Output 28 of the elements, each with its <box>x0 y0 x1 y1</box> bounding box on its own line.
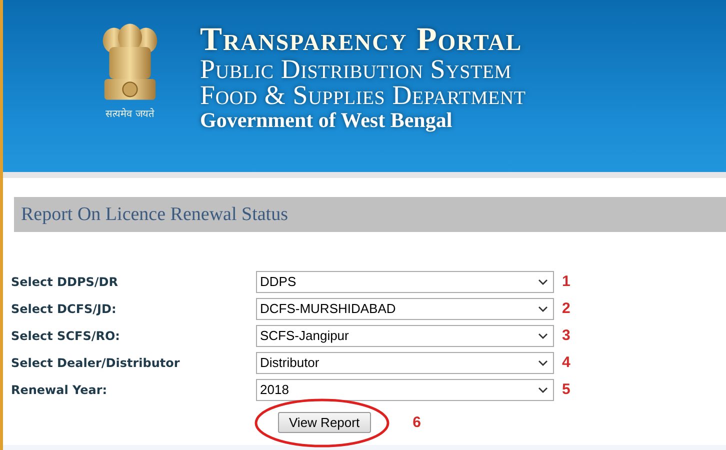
dropdown[interactable]: Distributor <box>256 352 554 374</box>
department-heading: Public Distribution System <box>200 56 512 82</box>
annotation-number: 6 <box>412 414 421 431</box>
government-heading: Government of West Bengal <box>200 108 454 132</box>
chevron-down-icon <box>538 386 548 392</box>
annotation-number: 4 <box>562 354 570 371</box>
dropdown[interactable]: SCFS-Jangipur <box>256 324 554 346</box>
portal-title: Transparency Portal <box>200 24 524 56</box>
dropdown[interactable]: DCFS-MURSHIDABAD <box>256 298 554 320</box>
dropdown[interactable]: DDPS <box>256 270 554 292</box>
chevron-down-icon <box>538 306 548 312</box>
chevron-down-icon <box>538 360 548 366</box>
field-label: Select DDPS/DR <box>11 274 120 288</box>
annotation-number: 5 <box>562 381 570 398</box>
motto-text: सत्यमेव जयते <box>105 107 155 120</box>
chevron-down-icon <box>538 332 548 338</box>
view-report-button[interactable]: View Report <box>278 412 371 433</box>
dropdown[interactable]: 2018 <box>256 378 554 400</box>
annotation-number: 1 <box>562 273 570 290</box>
report-title: Report On Licence Renewal Status <box>14 197 726 232</box>
field-label: Renewal Year: <box>11 382 108 396</box>
annotation-number: 2 <box>562 300 570 317</box>
department-heading: Food & Supplies Department <box>200 82 526 108</box>
field-label: Select DCFS/JD: <box>11 302 118 316</box>
chevron-down-icon <box>538 278 548 284</box>
field-label: Select SCFS/RO: <box>11 328 121 342</box>
field-label: Select Dealer/Distributor <box>11 356 181 370</box>
annotation-number: 3 <box>562 327 570 344</box>
